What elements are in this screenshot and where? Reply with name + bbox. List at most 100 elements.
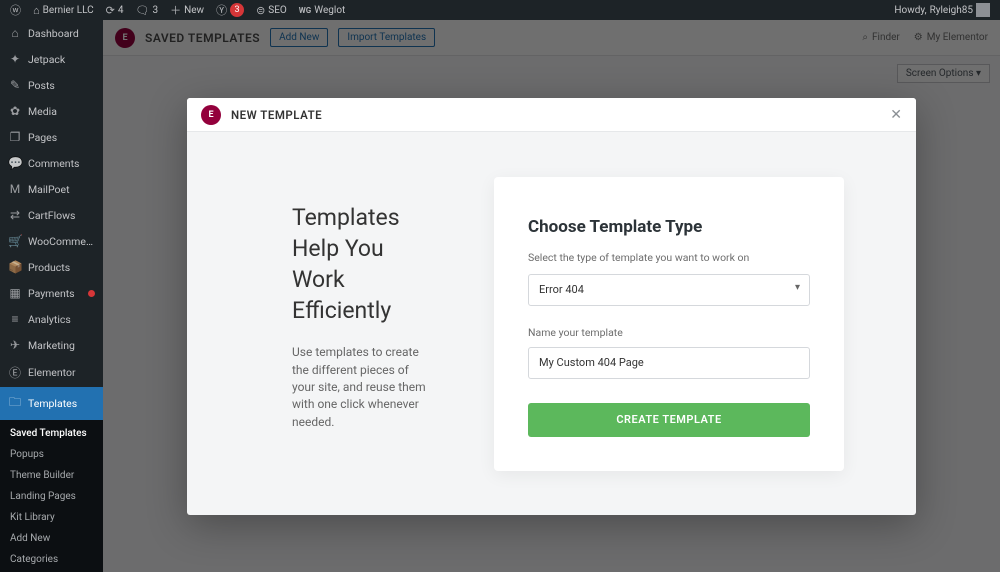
submenu-item-categories[interactable]: Categories <box>0 549 103 570</box>
sidebar-item-label: Templates <box>28 397 77 410</box>
elementor-icon: Ⓔ <box>8 364 22 381</box>
site-name: Bernier LLC <box>43 5 94 16</box>
submenu-item-popups[interactable]: Popups <box>0 444 103 465</box>
woocomme--icon: 🛒 <box>8 234 22 248</box>
sidebar-item-jetpack[interactable]: ✦ Jetpack <box>0 46 103 72</box>
sidebar-item-cartflows[interactable]: ⇄ CartFlows <box>0 202 103 228</box>
media-icon: ✿ <box>8 104 22 118</box>
howdy-link[interactable]: Howdy, Ryleigh85 <box>888 0 996 20</box>
admin-sidebar: ⌂ Dashboard ✦ Jetpack ✎ Posts ✿ Media ❐Pages 💬 Com… <box>0 20 103 572</box>
elementor-logo-icon: E <box>201 105 221 125</box>
payments-icon: ▦ <box>8 286 22 300</box>
modal-header: E NEW TEMPLATE ✕ <box>187 98 916 132</box>
sidebar-item-pages[interactable]: ❐Pages <box>0 124 103 150</box>
jetpack-icon: ✦ <box>8 52 22 66</box>
comment-icon: 🗨 <box>136 4 150 17</box>
templates-submenu: Saved TemplatesPopupsTheme BuilderLandin… <box>0 420 103 572</box>
user-name: Ryleigh85 <box>930 5 973 16</box>
wordpress-icon: ⓦ <box>10 2 21 18</box>
sidebar-item-analytics[interactable]: ≡ Analytics <box>0 306 103 332</box>
dashboard-icon: ⌂ <box>8 26 22 40</box>
modal-heading: Templates Help You Work Efficiently <box>292 202 434 326</box>
new-label: New <box>184 5 204 16</box>
modal-form-panel: Choose Template Type Select the type of … <box>494 132 916 515</box>
home-icon: ⌂ <box>33 4 40 17</box>
weglot-label: Weglot <box>314 5 345 16</box>
posts-icon: ✎ <box>8 78 22 92</box>
form-title: Choose Template Type <box>528 217 810 237</box>
sidebar-item-label: Elementor <box>28 366 76 379</box>
sidebar-item-dashboard[interactable]: ⌂ Dashboard <box>0 20 103 46</box>
new-link[interactable]: ＋New <box>164 0 210 20</box>
plus-icon: ＋ <box>170 2 181 18</box>
create-template-button[interactable]: CREATE TEMPLATE <box>528 403 810 437</box>
templates-icon: 🗀 <box>8 393 22 414</box>
sidebar-item-products[interactable]: 📦Products <box>0 254 103 280</box>
sidebar-item-label: Jetpack <box>28 53 65 66</box>
modal-info-panel: Templates Help You Work Efficiently Use … <box>187 132 494 515</box>
sidebar-item-woocomme-[interactable]: 🛒 WooComme… <box>0 228 103 254</box>
weglot-link[interactable]: WGWeglot <box>293 0 352 20</box>
sidebar-item-payments[interactable]: ▦ Payments <box>0 280 103 306</box>
yoast-icon: Ⓨ <box>216 2 227 18</box>
analytics-icon: ≡ <box>8 312 22 326</box>
yoast-badge: 3 <box>230 3 244 17</box>
mailpoet-icon: M <box>8 182 22 196</box>
sidebar-item-label: Dashboard <box>28 27 79 40</box>
sidebar-item-label: Payments <box>28 287 75 300</box>
updates-count: 4 <box>118 5 124 16</box>
sidebar-item-mailpoet[interactable]: M MailPoet <box>0 176 103 202</box>
sidebar-item-elementor[interactable]: Ⓔ Elementor <box>0 358 103 387</box>
close-icon[interactable]: ✕ <box>890 107 902 123</box>
sidebar-item-comments[interactable]: 💬 Comments <box>0 150 103 176</box>
template-name-input[interactable] <box>528 347 810 379</box>
new-template-modal: E NEW TEMPLATE ✕ Templates Help You Work… <box>187 98 916 515</box>
submenu-item-saved-templates[interactable]: Saved Templates <box>0 423 103 444</box>
main-content: E SAVED TEMPLATES Add New Import Templat… <box>103 20 1000 572</box>
sidebar-item-label: MailPoet <box>28 183 70 196</box>
yoast-link[interactable]: Ⓨ3 <box>210 0 250 20</box>
avatar <box>976 3 990 17</box>
admin-bar: ⓦ ⌂Bernier LLC ⟳4 🗨3 ＋New Ⓨ3 ⊜SEO WGWegl… <box>0 0 1000 20</box>
sidebar-item-label: Media <box>28 105 57 118</box>
admin-bar-right: Howdy, Ryleigh85 <box>888 0 996 20</box>
sidebar-item-media[interactable]: ✿ Media <box>0 98 103 124</box>
template-form: Choose Template Type Select the type of … <box>494 177 844 471</box>
sidebar-item-label: Analytics <box>28 313 71 326</box>
pages-icon: ❐ <box>8 130 22 144</box>
products-icon: 📦 <box>8 260 22 274</box>
seo-label: SEO <box>268 5 287 16</box>
seo-icon: ⊜ <box>256 4 265 17</box>
sidebar-item-marketing[interactable]: ✈ Marketing <box>0 332 103 358</box>
updates-link[interactable]: ⟳4 <box>100 0 130 20</box>
sidebar-item-label: Comments <box>28 157 79 170</box>
weglot-icon: WG <box>299 6 311 15</box>
wp-logo[interactable]: ⓦ <box>4 0 27 20</box>
refresh-icon: ⟳ <box>106 4 115 17</box>
cartflows-icon: ⇄ <box>8 208 22 222</box>
modal-title: NEW TEMPLATE <box>231 108 322 122</box>
sidebar-item-templates[interactable]: 🗀 Templates <box>0 387 103 420</box>
notification-badge <box>88 290 95 297</box>
submenu-item-landing-pages[interactable]: Landing Pages <box>0 486 103 507</box>
sidebar-item-label: WooComme… <box>28 235 93 248</box>
sidebar-item-posts[interactable]: ✎ Posts <box>0 72 103 98</box>
template-name-label: Name your template <box>528 326 810 339</box>
sidebar-item-label: Marketing <box>28 339 75 352</box>
modal-body: Templates Help You Work Efficiently Use … <box>187 132 916 515</box>
comments-icon: 💬 <box>8 156 22 170</box>
site-name-link[interactable]: ⌂Bernier LLC <box>27 0 100 20</box>
submenu-item-theme-builder[interactable]: Theme Builder <box>0 465 103 486</box>
sidebar-item-label: CartFlows <box>28 209 75 222</box>
template-type-label: Select the type of template you want to … <box>528 251 810 264</box>
modal-description: Use templates to create the different pi… <box>292 344 434 431</box>
admin-bar-left: ⓦ ⌂Bernier LLC ⟳4 🗨3 ＋New Ⓨ3 ⊜SEO WGWegl… <box>4 0 351 20</box>
comments-link[interactable]: 🗨3 <box>130 0 165 20</box>
seo-link[interactable]: ⊜SEO <box>250 0 293 20</box>
marketing-icon: ✈ <box>8 338 22 352</box>
submenu-item-kit-library[interactable]: Kit Library <box>0 507 103 528</box>
sidebar-item-label: Posts <box>28 79 55 92</box>
howdy-prefix: Howdy, <box>894 5 926 16</box>
submenu-item-add-new[interactable]: Add New <box>0 528 103 549</box>
template-type-select[interactable]: Error 404 <box>528 274 810 306</box>
